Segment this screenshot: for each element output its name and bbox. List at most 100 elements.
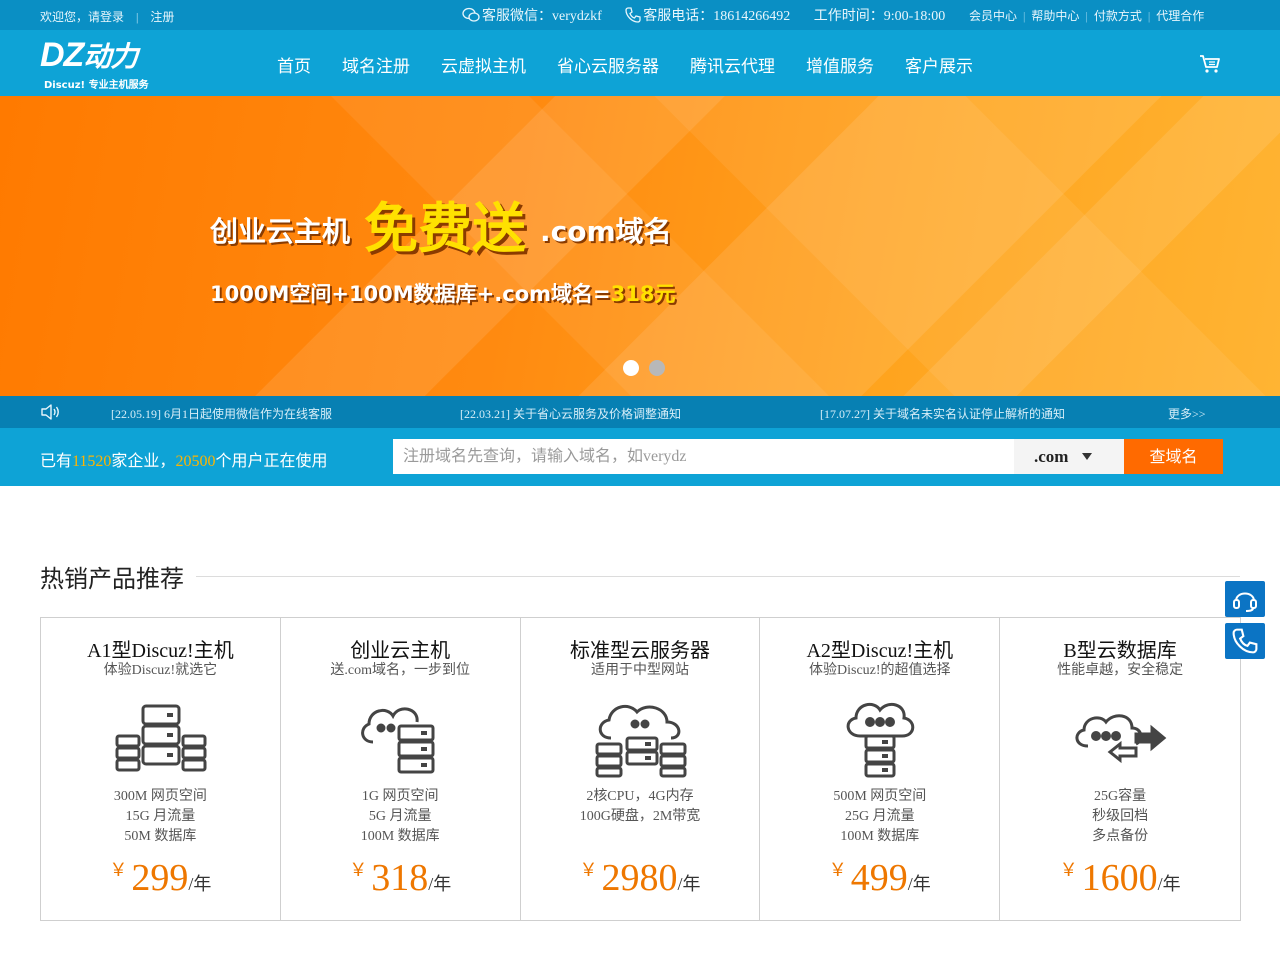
payment-link[interactable]: 付款方式 [1094,7,1142,24]
hero-banner[interactable]: 创业云主机 免费送 .com域名 1000M空间+100M数据库+.com域名=31… [0,96,1280,396]
product-desc: 体验Discuz!就选它 [103,663,218,678]
notice-more-link[interactable]: 更多>> [1168,405,1206,422]
product-card[interactable]: 标准型云服务器 适用于中型网站 2核CPU，4G内存 100G硬盘，2M带宽 ￥… [521,618,761,920]
spec-line: 2核CPU，4G内存 [586,789,694,804]
product-card[interactable]: A1型Discuz!主机 体验Discuz!就选它 300M 网页空间 15G … [41,618,281,920]
product-card[interactable]: A2型Discuz!主机 体验Discuz!的超值选择 500M 网页空间 25… [760,618,1001,920]
banner-subline-price: 318元 [610,282,676,306]
product-price: ￥ 1600/年 [1000,856,1240,900]
product-desc: 适用于中型网站 [590,663,689,678]
phone-icon [625,7,641,23]
notice-bar: [22.05.19] 6月1日起使用微信作为在线客服 [22.03.21] 关于… [0,396,1280,428]
currency-symbol: ￥ [349,860,368,880]
currency-symbol: ￥ [828,860,847,880]
stat-text: 已有 [40,451,73,470]
notice-item[interactable]: [22.03.21] 关于省心云服务及价格调整通知 [460,405,681,422]
chevron-down-icon [1082,453,1092,460]
login-link[interactable]: 欢迎您，请登录 [40,10,124,24]
nav-customers[interactable]: 客户展示 [905,52,973,77]
user-count: 20500 [175,453,216,470]
product-card[interactable]: B型云数据库 性能卓越，安全稳定 25G容量 秒级回档 多点备份 ￥ 1600/年 [1000,618,1240,920]
domain-suffix-value: .com [1034,447,1069,466]
product-price: ￥ 499/年 [760,856,999,900]
main-nav: 首页 域名注册 云虚拟主机 省心云服务器 腾讯云代理 增值服务 客户展示 [277,52,1004,77]
nav-tencent-cloud[interactable]: 腾讯云代理 [690,52,775,77]
wechat-text: 客服微信：verydzkf [482,9,602,24]
product-desc: 体验Discuz!的超值选择 [809,663,951,678]
logo[interactable]: DZ动力 Discuz! 专业主机服务 [40,38,190,91]
wechat-contact: 客服微信：verydzkf [462,5,602,25]
cloud-server-cluster-icon [595,704,687,778]
price-unit: /年 [428,874,452,894]
spec-line: 25G 月流量 [844,809,915,824]
spec-line: 15G 月流量 [125,809,196,824]
cart-icon[interactable] [1198,51,1222,75]
slider-dot-2[interactable] [649,360,665,376]
stat-text: 个用户正在使用 [215,451,328,470]
spec-line: 100M 数据库 [360,829,440,844]
price-unit: /年 [1157,874,1181,894]
nav-value-added[interactable]: 增值服务 [806,52,874,77]
spec-line: 秒级回档 [1092,809,1149,824]
price-unit: /年 [907,874,931,894]
online-support-button[interactable] [1225,581,1265,617]
product-price: ￥ 299/年 [41,856,280,900]
member-center-link[interactable]: 会员中心 [969,7,1017,24]
price-unit: /年 [677,874,701,894]
spec-line: 多点备份 [1092,829,1149,844]
spec-line: 5G 月流量 [368,809,432,824]
nav-cloud-server[interactable]: 省心云服务器 [557,52,659,77]
agent-link[interactable]: 代理合作 [1156,7,1204,24]
price-unit: /年 [188,874,212,894]
product-card[interactable]: 创业云主机 送.com域名，一步到位 1G 网页空间 5G 月流量 100M 数… [281,618,521,920]
slider-dots [623,360,675,381]
spec-line: 50M 数据库 [124,829,197,844]
headset-icon [1233,592,1257,612]
divider: | [1147,9,1151,23]
banner-headline-part1: 创业云主机 [210,215,351,248]
phone-support-button[interactable] [1225,623,1265,659]
product-desc: 性能卓越，安全稳定 [1057,663,1184,678]
spec-line: 300M 网页空间 [113,789,207,804]
wechat-icon [462,7,480,22]
domain-search-button[interactable]: 查域名 [1124,439,1223,474]
divider: | [1023,9,1026,23]
divider: | [1085,9,1088,23]
nav-virtual-host[interactable]: 云虚拟主机 [441,52,526,77]
logo-subtitle: Discuz! 专业主机服务 [44,80,149,91]
slider-dot-1[interactable] [623,360,639,376]
product-specs: 25G容量 秒级回档 多点备份 [1000,787,1240,847]
product-specs: 1G 网页空间 5G 月流量 100M 数据库 [281,787,520,847]
product-specs: 500M 网页空间 25G 月流量 100M 数据库 [760,787,999,847]
product-specs: 300M 网页空间 15G 月流量 50M 数据库 [41,787,280,847]
product-desc: 送.com域名，一步到位 [330,663,470,678]
phone-text: 客服电话：18614266492 [643,9,791,24]
currency-symbol: ￥ [579,860,598,880]
banner-subline-main: 1000M空间+100M数据库+.com域名= [210,282,611,306]
cloud-host-icon [847,702,915,778]
cloud-server-icon [361,707,435,774]
currency-symbol: ￥ [1059,860,1078,880]
price-value: 318 [371,857,429,899]
spec-line: 100G硬盘，2M带宽 [579,809,701,824]
company-count: 11520 [72,453,112,470]
section-divider [196,576,1240,577]
register-link[interactable]: 注册 [150,10,174,24]
notice-item[interactable]: [22.05.19] 6月1日起使用微信作为在线客服 [111,405,332,422]
nav-home[interactable]: 首页 [277,52,311,77]
price-value: 499 [850,857,908,899]
spec-line: 1G 网页空间 [361,789,439,804]
domain-suffix-select[interactable]: .com [1014,439,1124,474]
logo-mark-cn: 动力 [83,40,138,73]
product-list: A1型Discuz!主机 体验Discuz!就选它 300M 网页空间 15G … [40,617,1241,921]
nav-domain[interactable]: 域名注册 [342,52,410,77]
spec-line: 500M 网页空间 [833,789,927,804]
notice-item[interactable]: [17.07.27] 关于域名未实名认证停止解析的通知 [820,405,1065,422]
domain-search-input[interactable] [393,439,1014,474]
help-center-link[interactable]: 帮助中心 [1031,7,1079,24]
price-value: 2980 [601,857,678,899]
product-specs: 2核CPU，4G内存 100G硬盘，2M带宽 [521,787,760,827]
phone-icon [1232,628,1258,654]
domain-search-bar: 已有11520家企业，20500个用户正在使用 .com 查域名 [0,428,1280,486]
currency-symbol: ￥ [109,860,128,880]
